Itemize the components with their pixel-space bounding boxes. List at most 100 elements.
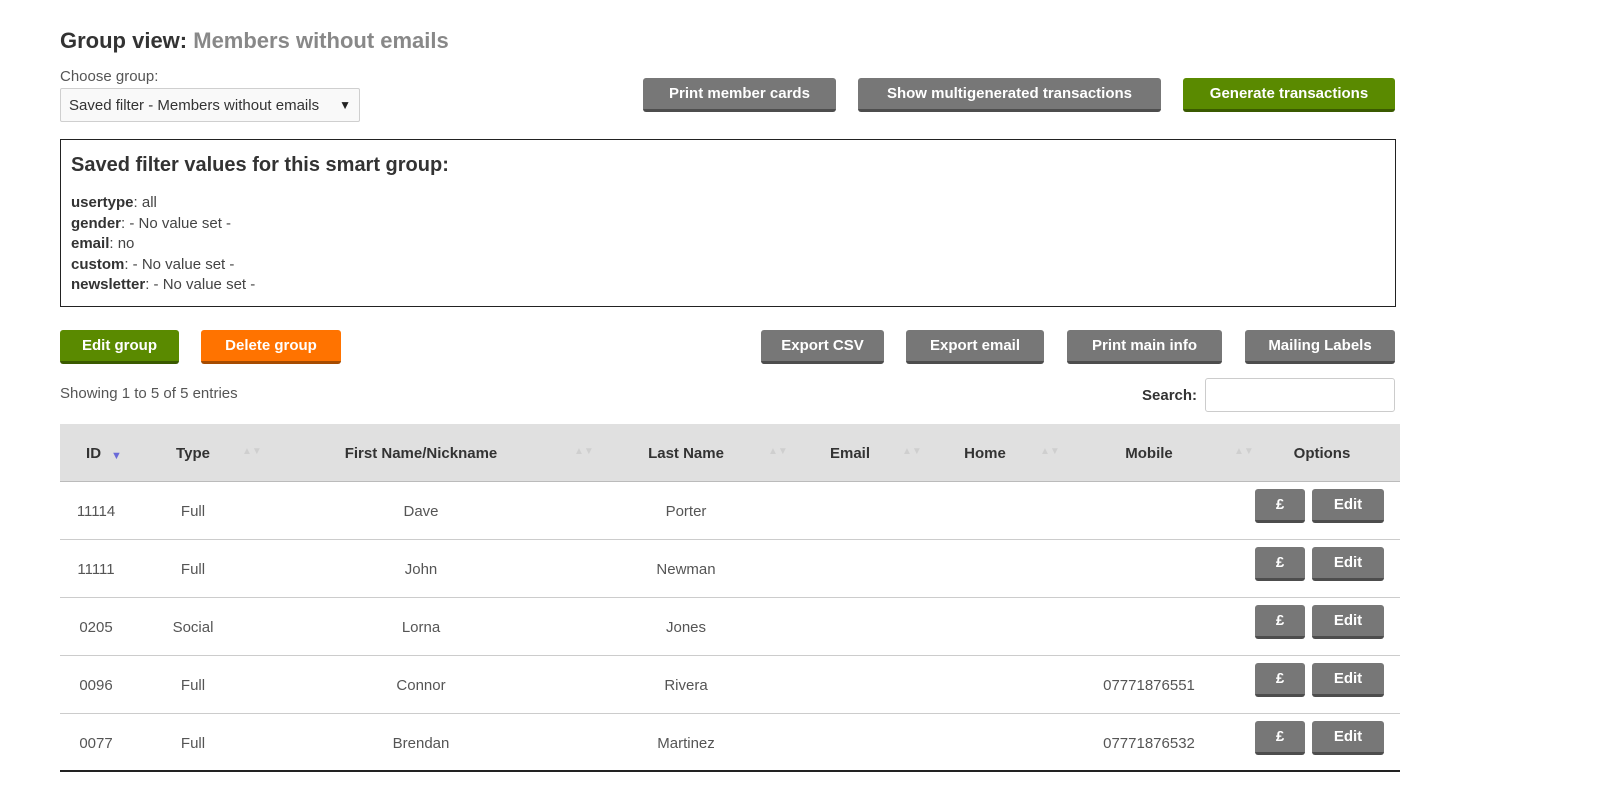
cell-email — [790, 656, 910, 714]
cell-home — [910, 598, 1060, 656]
cell-first-name: Dave — [403, 502, 439, 520]
sort-desc-icon: ▼ — [111, 450, 122, 462]
cell-last-name: Martinez — [657, 734, 715, 752]
table-header: ID ▼ Type ▲▼ First Name/Nickname ▲▼ Last… — [60, 424, 1400, 482]
saved-filter-title: Saved filter values for this smart group… — [71, 154, 449, 176]
filter-key: gender — [71, 214, 122, 232]
column-header-last-name[interactable]: Last Name — [582, 424, 790, 482]
column-header-first-name[interactable]: First Name/Nickname — [260, 424, 582, 482]
cell-id: 11111 — [77, 560, 115, 578]
cell-type: Full — [180, 560, 206, 578]
search-label: Search: — [1142, 387, 1198, 404]
cell-email — [790, 540, 910, 598]
group-select[interactable]: Saved filter - Members without emails ▼ — [60, 88, 360, 122]
choose-group-label: Choose group: — [60, 68, 159, 85]
edit-member-button[interactable]: Edit — [1312, 605, 1384, 639]
filter-row-usertype: usertype: all — [71, 193, 1385, 214]
cell-first-name: Connor — [396, 676, 446, 694]
cell-email — [790, 482, 910, 540]
payment-button[interactable]: £ — [1255, 663, 1305, 697]
export-csv-button[interactable]: Export CSV — [761, 330, 884, 364]
table-row: 11114 Full Dave Porter £ Edit — [60, 482, 1400, 540]
page-title: Group view: Members without emails — [60, 28, 449, 54]
sort-icon: ▲▼ — [1040, 446, 1060, 457]
cell-type: Social — [172, 618, 214, 636]
cell-id: 0205 — [79, 618, 113, 636]
cell-mobile — [1060, 482, 1238, 540]
cell-id: 11114 — [76, 502, 116, 520]
payment-button[interactable]: £ — [1255, 605, 1305, 639]
edit-member-button[interactable]: Edit — [1312, 489, 1384, 523]
generate-transactions-button[interactable]: Generate transactions — [1183, 78, 1395, 112]
print-main-info-button[interactable]: Print main info — [1067, 330, 1222, 364]
entries-info: Showing 1 to 5 of 5 entries — [60, 385, 238, 402]
cell-mobile: 07771876532 — [1103, 734, 1195, 752]
cell-type: Full — [180, 676, 206, 694]
cell-first-name: John — [404, 560, 438, 578]
cell-home — [910, 656, 1060, 714]
table-row: 11111 Full John Newman £ Edit — [60, 540, 1400, 598]
column-header-label: ID — [86, 444, 102, 462]
export-email-button[interactable]: Export email — [906, 330, 1044, 364]
filter-key: email — [71, 235, 110, 252]
column-header-mobile[interactable]: Mobile — [1060, 424, 1238, 482]
cell-mobile — [1060, 598, 1238, 656]
filter-key: usertype — [71, 194, 134, 211]
cell-mobile: 07771876551 — [1103, 676, 1195, 694]
table-row: 0096 Full Connor Rivera 07771876551 £ Ed… — [60, 656, 1400, 714]
sort-icon: ▲▼ — [768, 446, 788, 457]
column-header-id[interactable]: ID ▼ — [60, 424, 148, 482]
cell-last-name: Newman — [656, 560, 716, 578]
column-header-home[interactable]: Home — [910, 424, 1060, 482]
cell-email — [790, 714, 910, 772]
edit-member-button[interactable]: Edit — [1312, 547, 1384, 581]
cell-type: Full — [180, 734, 206, 752]
cell-last-name: Jones — [665, 618, 707, 636]
cell-id: 0096 — [79, 676, 113, 694]
filter-row-gender: gender: - No value set - — [71, 214, 1385, 235]
edit-member-button[interactable]: Edit — [1312, 721, 1384, 755]
chevron-down-icon: ▼ — [339, 98, 351, 112]
filter-value: : all — [133, 194, 157, 211]
table-row: 0205 Social Lorna Jones £ Edit — [60, 598, 1400, 656]
filter-key: custom — [71, 255, 125, 273]
payment-button[interactable]: £ — [1255, 547, 1305, 581]
column-header-options: Options — [1293, 444, 1351, 462]
cell-home — [910, 540, 1060, 598]
edit-group-button[interactable]: Edit group — [60, 330, 179, 364]
filter-row-newsletter: newsletter: - No value set - — [71, 275, 1385, 296]
cell-first-name: Brendan — [392, 734, 450, 752]
show-multigenerated-button[interactable]: Show multigenerated transactions — [858, 78, 1161, 112]
edit-member-button[interactable]: Edit — [1312, 663, 1384, 697]
saved-filter-box: Saved filter values for this smart group… — [60, 139, 1396, 307]
print-member-cards-button[interactable]: Print member cards — [643, 78, 836, 112]
filter-row-email: email: no — [71, 234, 1385, 255]
filter-value: : no — [109, 235, 135, 252]
filter-row-custom: custom: - No value set - — [71, 255, 1385, 276]
mailing-labels-button[interactable]: Mailing Labels — [1245, 330, 1395, 364]
payment-button[interactable]: £ — [1255, 489, 1305, 523]
search-input[interactable] — [1205, 378, 1395, 412]
members-table: ID ▼ Type ▲▼ First Name/Nickname ▲▼ Last… — [60, 424, 1400, 772]
delete-group-button[interactable]: Delete group — [201, 330, 341, 364]
column-header-type[interactable]: Type — [148, 424, 238, 482]
table-row: 0077 Full Brendan Martinez 07771876532 £… — [60, 714, 1400, 772]
cell-email — [790, 598, 910, 656]
column-header-email[interactable]: Email — [790, 424, 910, 482]
cell-home — [910, 714, 1060, 772]
title-group-name: Members without emails — [193, 28, 449, 53]
cell-type: Full — [180, 502, 206, 520]
filter-value: : - No value set - — [145, 276, 256, 293]
group-select-value: Saved filter - Members without emails — [69, 96, 320, 114]
cell-last-name: Rivera — [664, 676, 708, 694]
cell-first-name: Lorna — [401, 618, 441, 636]
filter-key: newsletter — [71, 276, 146, 293]
cell-last-name: Porter — [665, 502, 707, 520]
title-prefix: Group view: — [60, 28, 188, 53]
filter-value: : - No value set - — [121, 214, 232, 232]
cell-home — [910, 482, 1060, 540]
payment-button[interactable]: £ — [1255, 721, 1305, 755]
cell-mobile — [1060, 540, 1238, 598]
cell-id: 0077 — [79, 734, 113, 752]
filter-value: : - No value set - — [124, 255, 235, 273]
